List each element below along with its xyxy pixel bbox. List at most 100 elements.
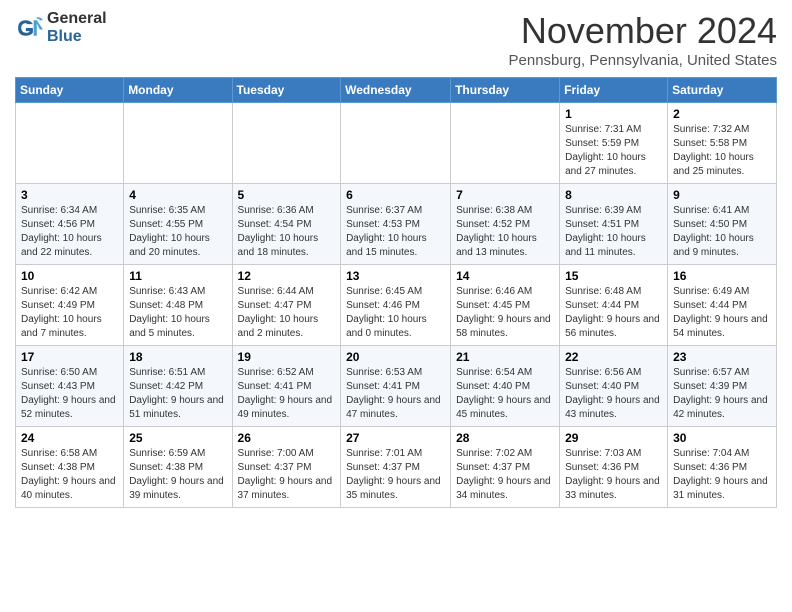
calendar-cell: 30Sunrise: 7:04 AMSunset: 4:36 PMDayligh… bbox=[668, 427, 777, 508]
day-info: Sunrise: 6:44 AMSunset: 4:47 PMDaylight:… bbox=[238, 285, 336, 341]
calendar-cell: 19 Sunrise: 6:52 AMSunset: 4:41 PMDayligh… bbox=[232, 346, 341, 427]
calendar-cell: 20Sunrise: 6:53 AMSunset: 4:41 PMDayligh… bbox=[341, 346, 451, 427]
calendar-cell bbox=[232, 103, 341, 184]
day-number: 24 bbox=[21, 431, 118, 445]
day-number: 17 bbox=[21, 350, 118, 364]
day-number: 4 bbox=[129, 188, 226, 202]
day-number: 1 bbox=[565, 107, 662, 121]
day-number: 5 bbox=[238, 188, 336, 202]
title-block: November 2024 Pennsburg, Pennsylvania, U… bbox=[509, 10, 778, 69]
day-number: 16 bbox=[673, 269, 771, 283]
calendar-cell: 7 Sunrise: 6:38 AMSunset: 4:52 PMDaylight… bbox=[451, 184, 560, 265]
day-number: 13 bbox=[346, 269, 445, 283]
day-of-week-header: Thursday bbox=[451, 78, 560, 103]
calendar-header: SundayMondayTuesdayWednesdayThursdayFrid… bbox=[16, 78, 777, 103]
calendar-cell: 24 Sunrise: 6:58 AMSunset: 4:38 PMDayligh… bbox=[16, 427, 124, 508]
day-info: Sunrise: 6:58 AMSunset: 4:38 PMDaylight:… bbox=[21, 447, 118, 503]
day-info: Sunrise: 7:02 AMSunset: 4:37 PMDaylight:… bbox=[456, 447, 554, 503]
calendar-cell: 9Sunrise: 6:41 AMSunset: 4:50 PMDaylight… bbox=[668, 184, 777, 265]
day-info: Sunrise: 6:45 AMSunset: 4:46 PMDaylight:… bbox=[346, 285, 445, 341]
calendar-cell: 15 Sunrise: 6:48 AMSunset: 4:44 PMDayligh… bbox=[560, 265, 668, 346]
day-info: Sunrise: 6:56 AMSunset: 4:40 PMDaylight:… bbox=[565, 366, 662, 422]
day-number: 11 bbox=[129, 269, 226, 283]
day-info: Sunrise: 6:46 AMSunset: 4:45 PMDaylight:… bbox=[456, 285, 554, 341]
calendar-cell: 6 Sunrise: 6:37 AMSunset: 4:53 PMDaylight… bbox=[341, 184, 451, 265]
calendar-cell: 3 Sunrise: 6:34 AMSunset: 4:56 PMDaylight… bbox=[16, 184, 124, 265]
day-info: Sunrise: 7:04 AMSunset: 4:36 PMDaylight:… bbox=[673, 447, 771, 503]
day-number: 7 bbox=[456, 188, 554, 202]
day-info: Sunrise: 6:53 AMSunset: 4:41 PMDaylight:… bbox=[346, 366, 445, 422]
day-number: 29 bbox=[565, 431, 662, 445]
calendar-cell bbox=[451, 103, 560, 184]
calendar-cell: 12 Sunrise: 6:44 AMSunset: 4:47 PMDayligh… bbox=[232, 265, 341, 346]
calendar-cell bbox=[341, 103, 451, 184]
calendar-cell: 13 Sunrise: 6:45 AMSunset: 4:46 PMDayligh… bbox=[341, 265, 451, 346]
day-of-week-header: Friday bbox=[560, 78, 668, 103]
day-info: Sunrise: 6:43 AMSunset: 4:48 PMDaylight:… bbox=[129, 285, 226, 341]
day-number: 19 bbox=[238, 350, 336, 364]
calendar-table: SundayMondayTuesdayWednesdayThursdayFrid… bbox=[15, 77, 777, 508]
day-info: Sunrise: 7:03 AMSunset: 4:36 PMDaylight:… bbox=[565, 447, 662, 503]
day-info: Sunrise: 6:42 AMSunset: 4:49 PMDaylight:… bbox=[21, 285, 118, 341]
calendar-cell: 17 Sunrise: 6:50 AMSunset: 4:43 PMDayligh… bbox=[16, 346, 124, 427]
calendar-cell: 11 Sunrise: 6:43 AMSunset: 4:48 PMDayligh… bbox=[124, 265, 232, 346]
calendar-cell: 25 Sunrise: 6:59 AMSunset: 4:38 PMDayligh… bbox=[124, 427, 232, 508]
day-info: Sunrise: 6:48 AMSunset: 4:44 PMDaylight:… bbox=[565, 285, 662, 341]
day-info: Sunrise: 6:54 AMSunset: 4:40 PMDaylight:… bbox=[456, 366, 554, 422]
day-info: Sunrise: 6:57 AMSunset: 4:39 PMDaylight:… bbox=[673, 366, 771, 422]
day-of-week-header: Sunday bbox=[16, 78, 124, 103]
day-info: Sunrise: 7:32 AMSunset: 5:58 PMDaylight:… bbox=[673, 123, 771, 179]
day-of-week-header: Monday bbox=[124, 78, 232, 103]
calendar-cell bbox=[16, 103, 124, 184]
day-info: Sunrise: 6:37 AMSunset: 4:53 PMDaylight:… bbox=[346, 204, 445, 260]
calendar-cell: 14 Sunrise: 6:46 AMSunset: 4:45 PMDayligh… bbox=[451, 265, 560, 346]
day-number: 14 bbox=[456, 269, 554, 283]
calendar-cell: 16 Sunrise: 6:49 AMSunset: 4:44 PMDayligh… bbox=[668, 265, 777, 346]
day-info: Sunrise: 6:34 AMSunset: 4:56 PMDaylight:… bbox=[21, 204, 118, 260]
day-of-week-header: Saturday bbox=[668, 78, 777, 103]
day-number: 27 bbox=[346, 431, 445, 445]
day-info: Sunrise: 6:38 AMSunset: 4:52 PMDaylight:… bbox=[456, 204, 554, 260]
day-number: 28 bbox=[456, 431, 554, 445]
day-info: Sunrise: 6:50 AMSunset: 4:43 PMDaylight:… bbox=[21, 366, 118, 422]
day-info: Sunrise: 7:01 AMSunset: 4:37 PMDaylight:… bbox=[346, 447, 445, 503]
day-number: 25 bbox=[129, 431, 226, 445]
day-number: 10 bbox=[21, 269, 118, 283]
day-number: 6 bbox=[346, 188, 445, 202]
calendar-cell: 22 Sunrise: 6:56 AMSunset: 4:40 PMDayligh… bbox=[560, 346, 668, 427]
day-info: Sunrise: 6:49 AMSunset: 4:44 PMDaylight:… bbox=[673, 285, 771, 341]
calendar-cell: 4 Sunrise: 6:35 AMSunset: 4:55 PMDaylight… bbox=[124, 184, 232, 265]
day-number: 22 bbox=[565, 350, 662, 364]
day-number: 23 bbox=[673, 350, 771, 364]
day-info: Sunrise: 7:31 AMSunset: 5:59 PMDaylight:… bbox=[565, 123, 662, 179]
calendar-cell bbox=[124, 103, 232, 184]
day-number: 3 bbox=[21, 188, 118, 202]
calendar-cell: 27 Sunrise: 7:01 AMSunset: 4:37 PMDayligh… bbox=[341, 427, 451, 508]
calendar-cell: 5 Sunrise: 6:36 AMSunset: 4:54 PMDaylight… bbox=[232, 184, 341, 265]
calendar-cell: 21 Sunrise: 6:54 AMSunset: 4:40 PMDayligh… bbox=[451, 346, 560, 427]
calendar-cell: 2Sunrise: 7:32 AMSunset: 5:58 PMDaylight… bbox=[668, 103, 777, 184]
logo-icon bbox=[15, 14, 43, 42]
calendar-cell: 1 Sunrise: 7:31 AMSunset: 5:59 PMDaylight… bbox=[560, 103, 668, 184]
day-of-week-header: Wednesday bbox=[341, 78, 451, 103]
day-number: 9 bbox=[673, 188, 771, 202]
day-info: Sunrise: 6:59 AMSunset: 4:38 PMDaylight:… bbox=[129, 447, 226, 503]
calendar-cell: 18Sunrise: 6:51 AMSunset: 4:42 PMDayligh… bbox=[124, 346, 232, 427]
day-number: 21 bbox=[456, 350, 554, 364]
month-title: November 2024 bbox=[509, 10, 778, 52]
day-number: 15 bbox=[565, 269, 662, 283]
logo-text: General Blue bbox=[47, 10, 107, 45]
day-of-week-header: Tuesday bbox=[232, 78, 341, 103]
calendar-cell: 29 Sunrise: 7:03 AMSunset: 4:36 PMDayligh… bbox=[560, 427, 668, 508]
calendar-cell: 28 Sunrise: 7:02 AMSunset: 4:37 PMDayligh… bbox=[451, 427, 560, 508]
calendar-cell: 8Sunrise: 6:39 AMSunset: 4:51 PMDaylight… bbox=[560, 184, 668, 265]
calendar-cell: 10 Sunrise: 6:42 AMSunset: 4:49 PMDayligh… bbox=[16, 265, 124, 346]
day-info: Sunrise: 6:35 AMSunset: 4:55 PMDaylight:… bbox=[129, 204, 226, 260]
day-info: Sunrise: 6:36 AMSunset: 4:54 PMDaylight:… bbox=[238, 204, 336, 260]
day-info: Sunrise: 6:52 AMSunset: 4:41 PMDaylight:… bbox=[238, 366, 336, 422]
day-info: Sunrise: 7:00 AMSunset: 4:37 PMDaylight:… bbox=[238, 447, 336, 503]
day-number: 12 bbox=[238, 269, 336, 283]
day-info: Sunrise: 6:39 AMSunset: 4:51 PMDaylight:… bbox=[565, 204, 662, 260]
page-header: General Blue November 2024 Pennsburg, Pe… bbox=[15, 10, 777, 69]
calendar-cell: 23 Sunrise: 6:57 AMSunset: 4:39 PMDayligh… bbox=[668, 346, 777, 427]
